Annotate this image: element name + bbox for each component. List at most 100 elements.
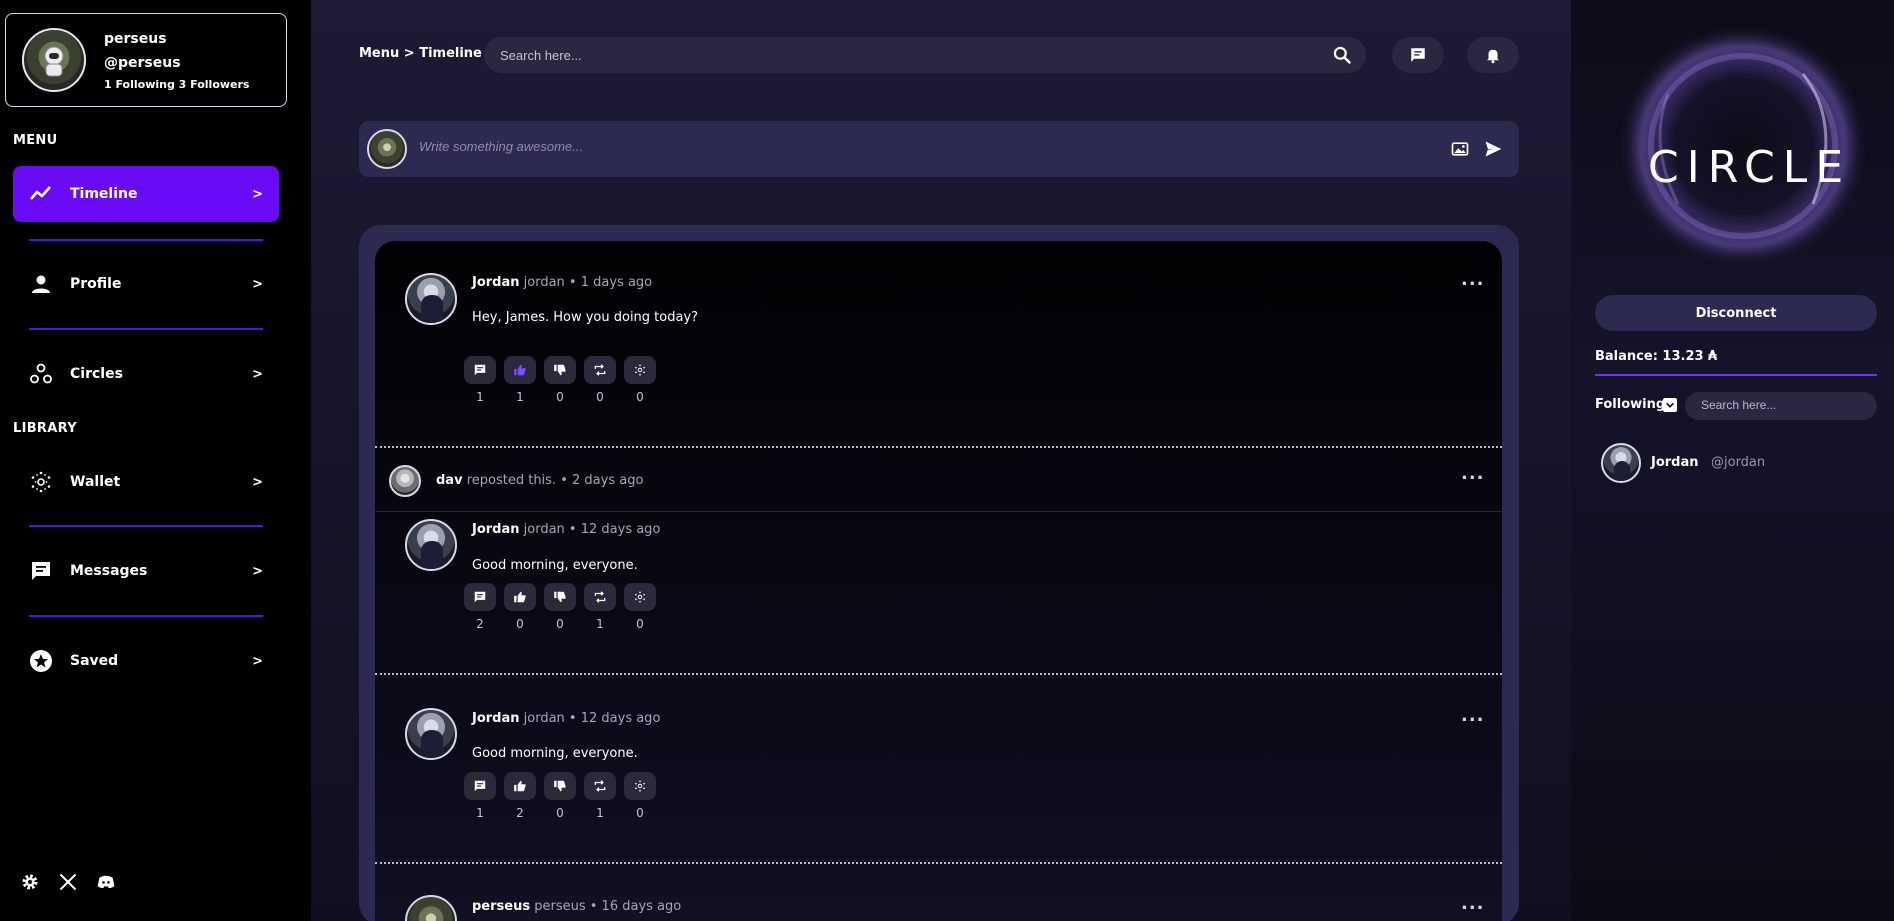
more-options-icon[interactable]: ... (1461, 705, 1485, 726)
post-author[interactable]: Jordan (472, 275, 520, 290)
compose-input[interactable] (419, 139, 1419, 154)
brand-logo: CIRCLE (1588, 14, 1894, 276)
comment-icon (474, 364, 486, 376)
comment-count: 1 (476, 806, 484, 820)
post-author[interactable]: perseus (472, 899, 530, 914)
like-button[interactable] (504, 356, 536, 384)
tip-button[interactable] (624, 772, 656, 800)
balance-underline (1595, 374, 1877, 376)
comment-icon (474, 780, 486, 792)
sidebar-item-circles[interactable]: Circles > (13, 346, 279, 402)
gear-icon[interactable] (20, 872, 40, 892)
repost-icon (594, 364, 606, 376)
comment-button[interactable] (464, 772, 496, 800)
sidebar-item-profile[interactable]: Profile > (13, 256, 279, 312)
profile-card[interactable]: perseus @perseus 1 Following 3 Followers (5, 13, 287, 107)
post-author[interactable]: Jordan (472, 522, 520, 537)
following-search-input[interactable] (1701, 398, 1871, 412)
chevron-right-icon: > (252, 563, 263, 579)
repost-count: 1 (596, 806, 604, 820)
tip-button[interactable] (624, 356, 656, 384)
cardano-icon (635, 364, 645, 376)
message-icon (1411, 48, 1425, 62)
send-icon[interactable] (1483, 139, 1503, 159)
sidebar-item-timeline[interactable]: Timeline > (13, 166, 279, 222)
more-options-icon[interactable]: ... (1461, 893, 1485, 914)
breadcrumb[interactable]: Menu > Timeline (359, 46, 482, 61)
like-button[interactable] (504, 583, 536, 611)
chevron-right-icon: > (252, 366, 263, 382)
profile-stats: 1 Following 3 Followers (104, 78, 250, 91)
messages-button[interactable] (1392, 37, 1444, 73)
author-avatar[interactable] (405, 273, 457, 325)
star-icon (30, 650, 52, 672)
repost-button[interactable] (584, 583, 616, 611)
repost-button[interactable] (584, 356, 616, 384)
post-composer (359, 121, 1519, 177)
chevron-right-icon: > (252, 276, 263, 292)
user-avatar (22, 28, 86, 92)
post-separator (375, 862, 1502, 864)
more-options-icon[interactable]: ... (1461, 463, 1485, 484)
left-sidebar: perseus @perseus 1 Following 3 Followers… (0, 0, 311, 921)
post-author[interactable]: Jordan (472, 711, 520, 726)
sidebar-item-messages[interactable]: Messages > (13, 543, 279, 599)
circles-icon (30, 363, 52, 384)
following-search[interactable] (1685, 392, 1877, 420)
reposter-avatar[interactable] (389, 465, 421, 497)
comment-button[interactable] (464, 583, 496, 611)
following-avatar (1601, 443, 1641, 483)
dislike-count: 0 (556, 617, 564, 631)
thumbs-up-icon (514, 364, 526, 376)
comment-button[interactable] (464, 356, 496, 384)
following-name: Jordan (1651, 455, 1699, 470)
discord-icon[interactable] (96, 872, 116, 892)
post-actions: 1 2 0 1 0 (464, 772, 656, 820)
post-text: Good morning, everyone. (472, 558, 638, 573)
author-avatar[interactable] (405, 895, 457, 921)
tip-count: 0 (636, 390, 644, 404)
post-separator (375, 446, 1502, 448)
author-avatar[interactable] (405, 519, 457, 571)
main-area: Menu > Timeline Search here... Write som… (311, 0, 1571, 921)
sidebar-item-label: Wallet (70, 474, 121, 490)
repost-divider (375, 511, 1502, 512)
cardano-icon (31, 471, 51, 493)
tip-button[interactable] (624, 583, 656, 611)
repost-button[interactable] (584, 772, 616, 800)
repost-author[interactable]: dav (436, 473, 463, 488)
like-count: 0 (516, 617, 524, 631)
comment-count: 2 (476, 617, 484, 631)
sidebar-item-saved[interactable]: Saved > (13, 633, 279, 689)
post-header: Jordan jordan • 1 days ago (472, 275, 652, 290)
sidebar-item-wallet[interactable]: Wallet > (13, 454, 279, 510)
author-avatar[interactable] (405, 708, 457, 760)
following-label: Following (1595, 397, 1666, 412)
dislike-button[interactable] (544, 356, 576, 384)
chevron-right-icon: > (252, 653, 263, 669)
like-button[interactable] (504, 772, 536, 800)
chevron-right-icon: > (252, 186, 263, 202)
x-icon[interactable] (58, 872, 78, 892)
search-input[interactable] (500, 47, 1320, 63)
following-dropdown[interactable] (1663, 398, 1677, 412)
divider (29, 239, 263, 241)
sidebar-item-label: Profile (70, 276, 122, 292)
repost-icon (594, 780, 606, 792)
search-bar[interactable] (484, 37, 1366, 73)
notifications-button[interactable] (1467, 37, 1519, 73)
post-meta: jordan • 12 days ago (523, 711, 661, 726)
following-handle: @jordan (1711, 455, 1766, 470)
logo-text: CIRCLE (1648, 142, 1852, 193)
dislike-button[interactable] (544, 583, 576, 611)
image-upload-icon[interactable] (1450, 139, 1470, 159)
more-options-icon[interactable]: ... (1461, 269, 1485, 290)
search-icon[interactable] (1332, 45, 1352, 65)
thumbs-down-icon (554, 591, 566, 603)
disconnect-button[interactable]: Disconnect (1595, 295, 1877, 331)
dislike-button[interactable] (544, 772, 576, 800)
thumbs-down-icon (554, 364, 566, 376)
repost-meta: reposted this. • 2 days ago (466, 473, 644, 488)
user-avatar (367, 129, 407, 169)
following-item[interactable]: Jordan @jordan (1601, 443, 1881, 485)
